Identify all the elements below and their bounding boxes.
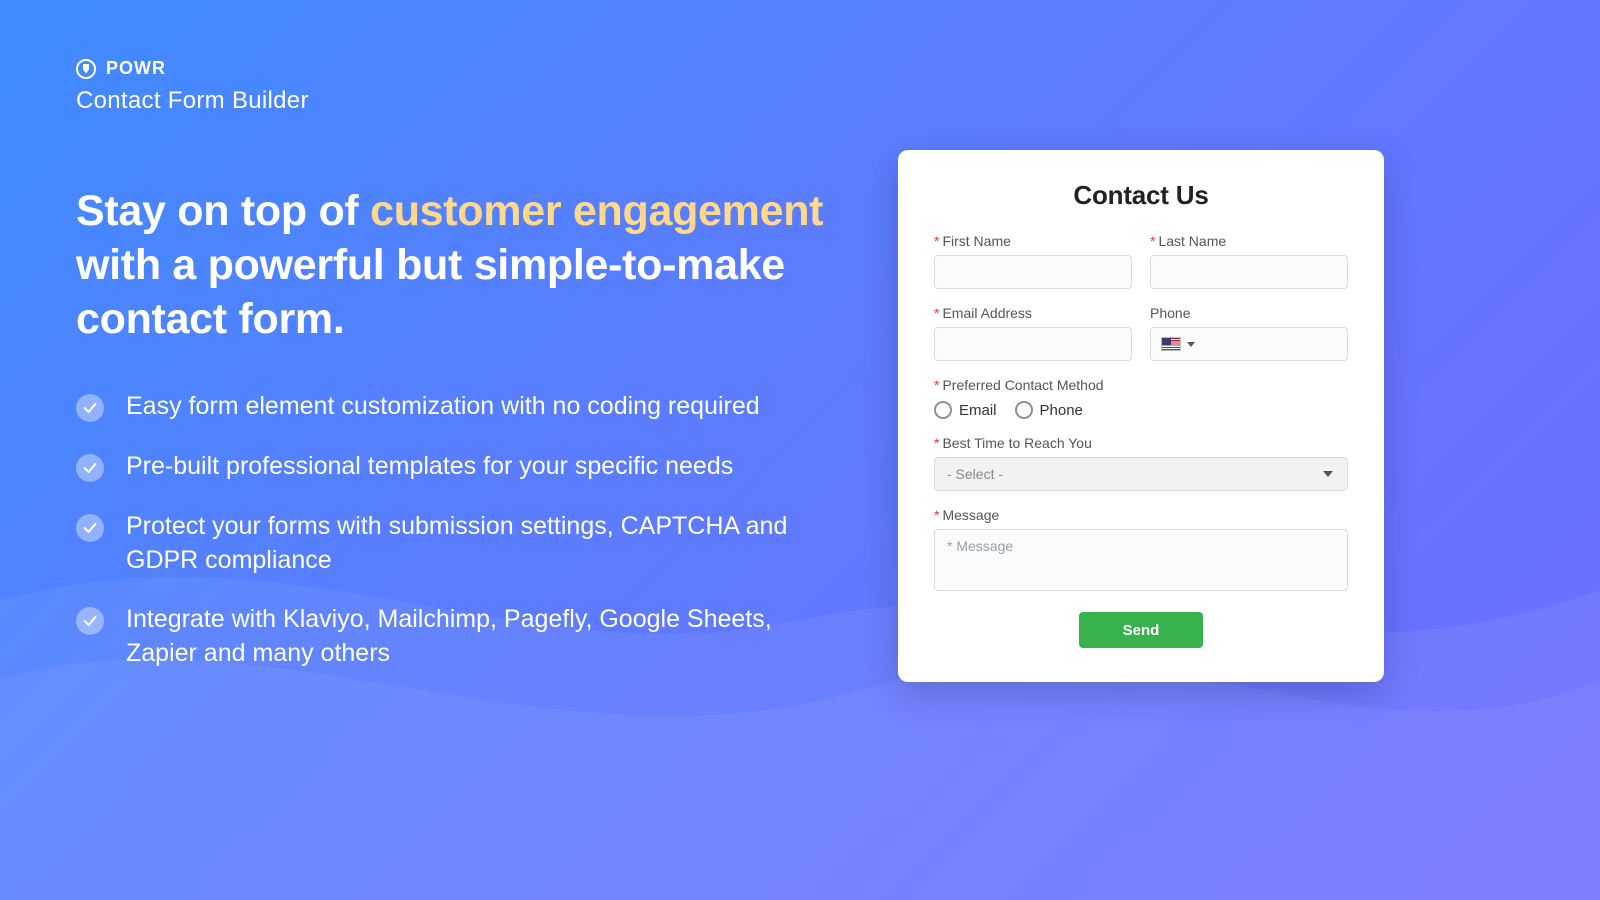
us-flag-icon <box>1161 337 1181 351</box>
first-name-field: *First Name <box>934 233 1132 289</box>
brand-name: POWR <box>106 58 166 79</box>
best-time-select[interactable]: - Select - <box>934 457 1348 491</box>
radio-icon <box>934 401 952 419</box>
email-field: *Email Address <box>934 305 1132 361</box>
benefit-item: Integrate with Klaviyo, Mailchimp, Pagef… <box>76 603 836 671</box>
brand-logo-icon <box>76 59 96 79</box>
radio-email[interactable]: Email <box>934 401 997 419</box>
email-input[interactable] <box>934 327 1132 361</box>
form-title: Contact Us <box>934 180 1348 211</box>
email-label: *Email Address <box>934 305 1132 321</box>
benefit-text: Integrate with Klaviyo, Mailchimp, Pagef… <box>126 603 836 671</box>
required-marker: * <box>934 305 939 321</box>
benefit-text: Pre-built professional templates for you… <box>126 450 733 484</box>
message-field: *Message <box>934 507 1348 596</box>
headline-accent: customer engagement <box>370 187 823 235</box>
first-name-input[interactable] <box>934 255 1132 289</box>
headline: Stay on top of customer engagement with … <box>76 185 836 346</box>
radio-label: Email <box>959 402 997 419</box>
radio-label: Phone <box>1040 402 1083 419</box>
select-placeholder: - Select - <box>947 466 1003 482</box>
last-name-label: *Last Name <box>1150 233 1348 249</box>
header: POWR Contact Form Builder <box>76 58 309 115</box>
page: POWR Contact Form Builder Stay on top of… <box>0 0 1600 900</box>
headline-post: with a powerful but simple-to-make conta… <box>76 241 785 343</box>
benefit-item: Pre-built professional templates for you… <box>76 450 836 484</box>
benefits-list: Easy form element customization with no … <box>76 390 836 671</box>
benefit-text: Protect your forms with submission setti… <box>126 510 836 578</box>
product-name: Contact Form Builder <box>76 87 309 115</box>
best-time-label: *Best Time to Reach You <box>934 435 1348 451</box>
check-icon <box>76 454 104 482</box>
send-button[interactable]: Send <box>1079 612 1203 648</box>
chevron-down-icon <box>1323 471 1333 477</box>
message-input[interactable] <box>934 529 1348 591</box>
best-time-field: *Best Time to Reach You - Select - <box>934 435 1348 491</box>
required-marker: * <box>934 435 939 451</box>
check-icon <box>76 394 104 422</box>
check-icon <box>76 514 104 542</box>
message-label: *Message <box>934 507 1348 523</box>
phone-field: Phone <box>1150 305 1348 361</box>
last-name-input[interactable] <box>1150 255 1348 289</box>
radio-icon <box>1015 401 1033 419</box>
required-marker: * <box>934 377 939 393</box>
brand: POWR <box>76 58 309 79</box>
contact-form-card: Contact Us *First Name *Last Name *Email… <box>898 150 1384 682</box>
required-marker: * <box>1150 233 1155 249</box>
radio-phone[interactable]: Phone <box>1015 401 1083 419</box>
form-body: *First Name *Last Name *Email Address Ph… <box>934 233 1348 648</box>
benefit-item: Protect your forms with submission setti… <box>76 510 836 578</box>
required-marker: * <box>934 507 939 523</box>
contact-method-label: *Preferred Contact Method <box>934 377 1348 393</box>
first-name-label: *First Name <box>934 233 1132 249</box>
benefit-text: Easy form element customization with no … <box>126 390 760 424</box>
required-marker: * <box>934 233 939 249</box>
contact-method-options: Email Phone <box>934 401 1348 419</box>
hero-section: Stay on top of customer engagement with … <box>76 185 836 697</box>
check-icon <box>76 607 104 635</box>
chevron-down-icon <box>1187 342 1195 347</box>
phone-label: Phone <box>1150 305 1348 321</box>
benefit-item: Easy form element customization with no … <box>76 390 836 424</box>
headline-pre: Stay on top of <box>76 187 370 235</box>
phone-input[interactable] <box>1150 327 1348 361</box>
contact-method-field: *Preferred Contact Method Email Phone <box>934 377 1348 419</box>
last-name-field: *Last Name <box>1150 233 1348 289</box>
